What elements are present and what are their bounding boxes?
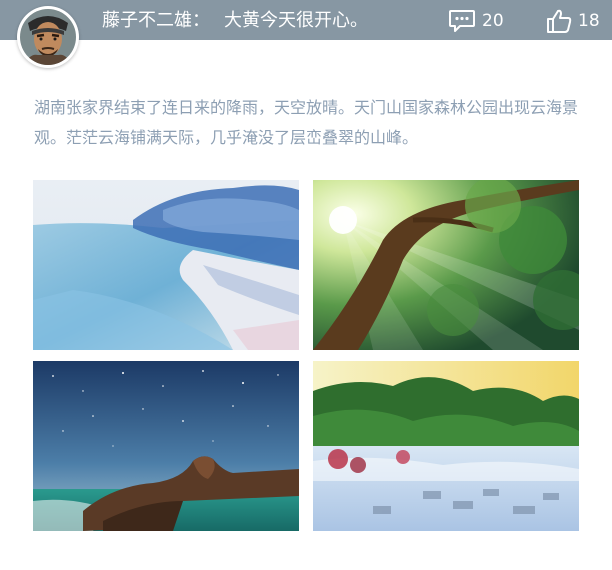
like-button[interactable]: 18 bbox=[546, 7, 600, 35]
like-count: 18 bbox=[578, 11, 600, 31]
thumbs-up-icon bbox=[547, 9, 572, 33]
post-title-line: 藤子不二雄： 大黄今天很开心。 bbox=[102, 8, 368, 34]
author-avatar[interactable] bbox=[17, 6, 79, 68]
post-title[interactable]: 大黄今天很开心。 bbox=[224, 10, 368, 31]
photo-misty-village[interactable] bbox=[313, 361, 579, 531]
post-header: 藤子不二雄： 大黄今天很开心。 20 18 bbox=[0, 0, 612, 40]
comment-bubble-icon bbox=[449, 10, 475, 32]
photo-starry-coast[interactable] bbox=[33, 361, 299, 531]
post-description: 湖南张家界结束了连日来的降雨，天空放晴。天门山国家森林公园出现云海景观。茫茫云海… bbox=[34, 98, 579, 147]
photo-watercolor-beach[interactable] bbox=[33, 180, 299, 350]
author-name[interactable]: 藤子不二雄： bbox=[102, 10, 210, 31]
comments-button[interactable]: 20 bbox=[448, 7, 504, 35]
comment-count: 20 bbox=[482, 11, 504, 31]
photo-sunlight-tree[interactable] bbox=[313, 180, 579, 350]
